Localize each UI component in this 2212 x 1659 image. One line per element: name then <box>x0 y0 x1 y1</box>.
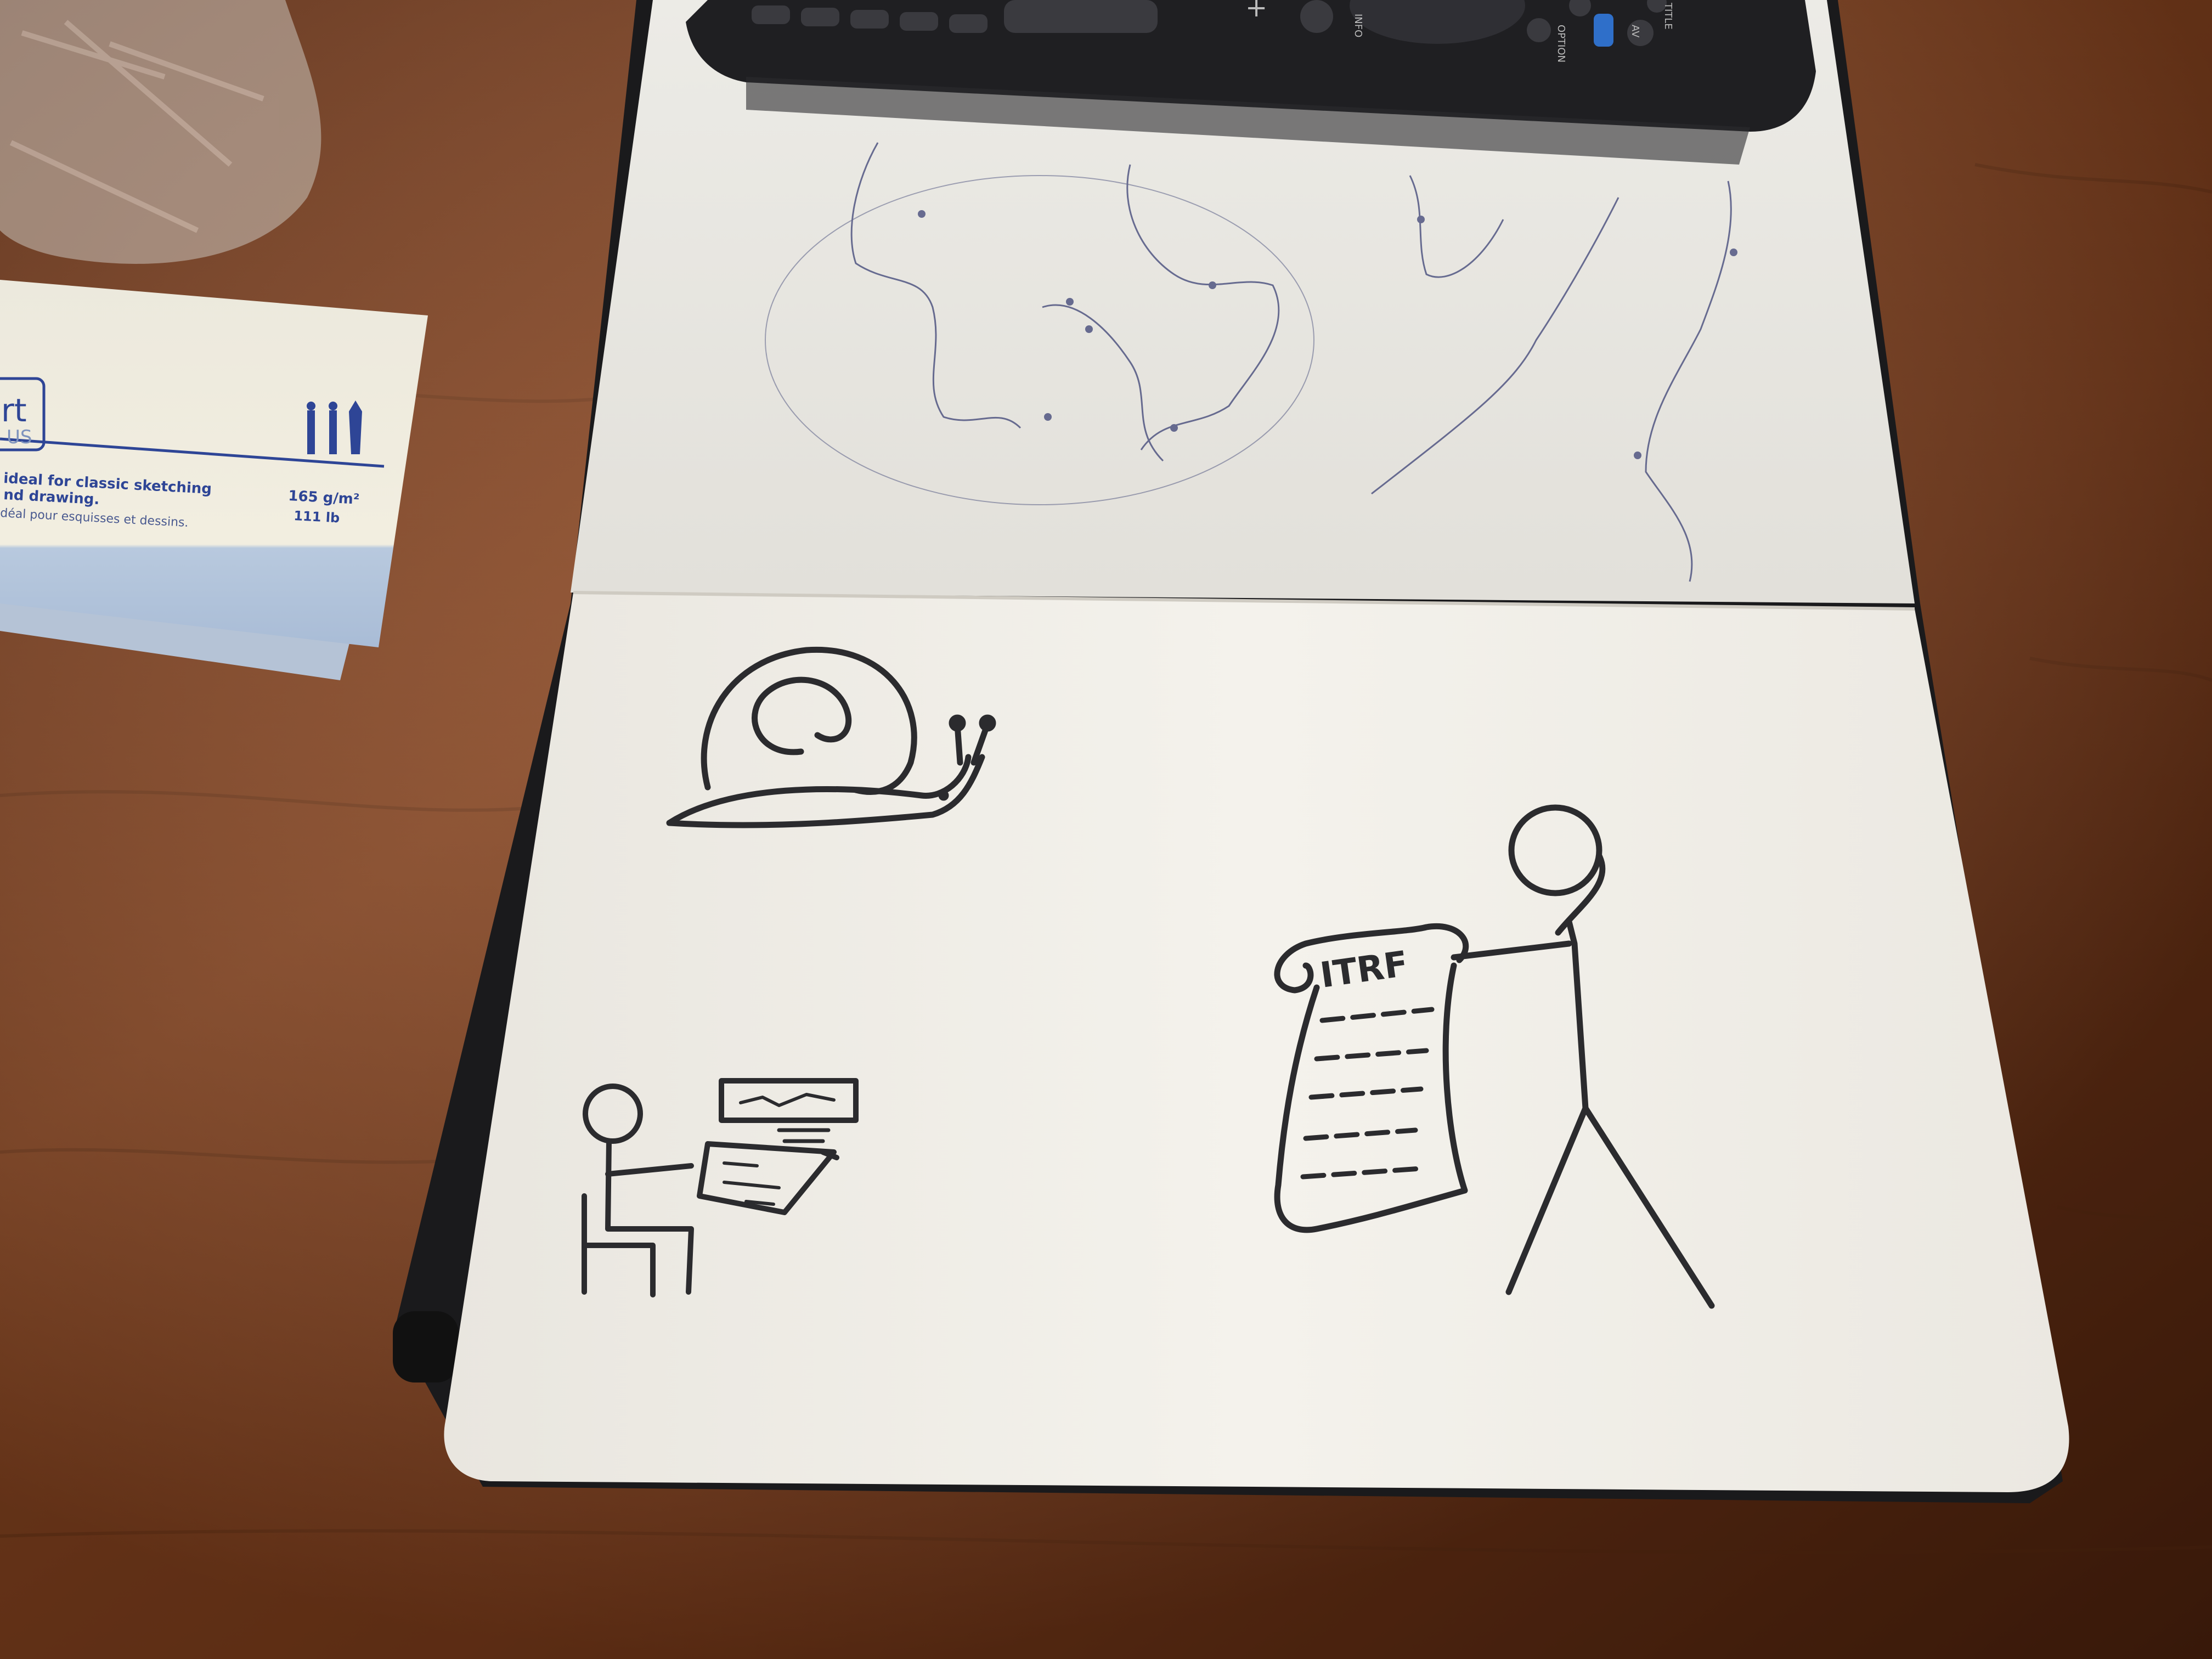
paper-booklet: rt US ideal for classic sketching nd dra… <box>0 280 428 680</box>
remote-label-title: TITLE <box>1662 2 1674 30</box>
scene-svg: rt US ideal for classic sketching nd dra… <box>0 0 2212 1659</box>
remote-label-option: OPTION <box>1555 25 1567 63</box>
booklet-weight-imperial: 111 lb <box>294 508 340 526</box>
remote-plus-glyph: + <box>1245 0 1267 23</box>
elastic-band <box>393 1311 459 1383</box>
plastic-bag <box>0 0 321 264</box>
remote-blue-button <box>1594 14 1613 47</box>
booklet-logo-sub: US <box>7 426 32 448</box>
sketchbook-bottom-page <box>444 592 2069 1492</box>
booklet-logo-word: rt <box>1 392 27 429</box>
photo-scene: rt US ideal for classic sketching nd dra… <box>0 0 2212 1659</box>
remote-label-av: AV <box>1629 25 1641 38</box>
remote-label-info: INFO <box>1352 14 1364 37</box>
